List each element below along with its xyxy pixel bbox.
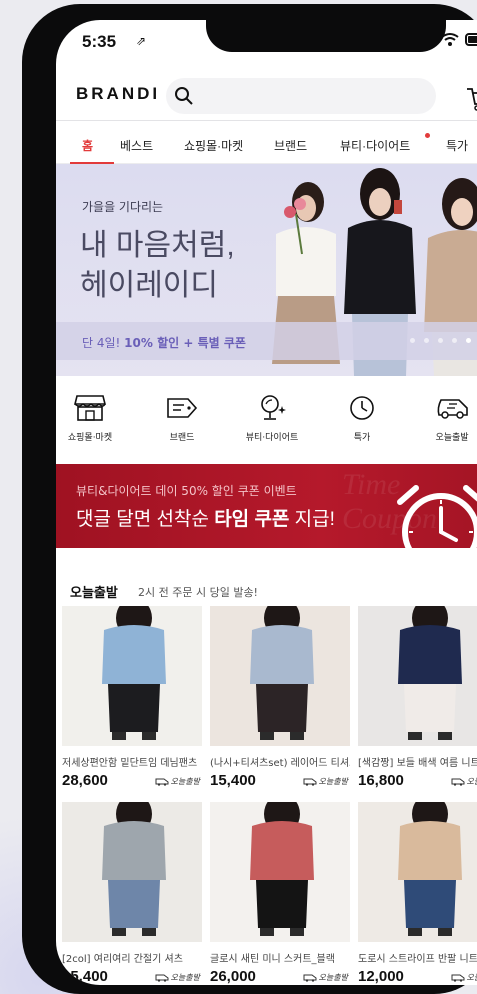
product-card[interactable]: 도로시 스트라이프 반팔 니트 12,000 오늘출발	[358, 802, 477, 985]
cart-icon[interactable]	[465, 86, 477, 112]
section-title: 오늘출발	[70, 586, 118, 601]
today-ship-badge: 오늘출발	[155, 972, 200, 983]
hero-title: 내 마음처럼, 헤이레이디	[80, 229, 235, 302]
mirror-icon	[261, 395, 286, 420]
product-image[interactable]	[62, 802, 202, 942]
shortcut-deals[interactable]: 특가	[322, 394, 402, 443]
product-image[interactable]	[210, 802, 350, 942]
truck-icon	[437, 399, 468, 419]
product-name[interactable]: (나시+티셔츠set) 레이어드 티셔츠	[210, 754, 350, 769]
location-arrow-icon: ⇗	[136, 34, 147, 48]
app-screen: 5:35 ⇗ BRANDI 홈 베스트 쇼핑몰·마켓 브랜드 뷰티·다이어트 특…	[56, 20, 477, 985]
product-card[interactable]: [2col] 여리여리 간절기 셔츠 15,400 오늘출발	[62, 802, 202, 985]
tag-icon	[167, 398, 198, 418]
shortcut-beauty[interactable]: 뷰티·다이어트	[232, 394, 312, 443]
status-time: 5:35	[82, 32, 117, 51]
product-image[interactable]	[210, 606, 350, 746]
shortcut-today[interactable]: 오늘출발	[412, 394, 477, 443]
product-name[interactable]: 저세상편안함 밑단트임 데님팬츠	[62, 754, 202, 769]
tab-special[interactable]: 특가	[446, 137, 468, 154]
product-card[interactable]: [색감짱] 보들 배색 여름 니트 16,800 오늘출발	[358, 606, 477, 789]
tab-brand[interactable]: 브랜드	[274, 137, 307, 154]
hero-subtitle: 가을을 기다리는	[82, 200, 164, 214]
product-price: 12,000	[358, 968, 404, 985]
truck-icon	[451, 974, 465, 982]
shortcut-shops[interactable]: 쇼핑몰·마켓	[56, 394, 130, 443]
product-name[interactable]: [색감짱] 보들 배색 여름 니트	[358, 754, 477, 769]
tab-shops[interactable]: 쇼핑몰·마켓	[184, 137, 243, 154]
product-name[interactable]: [2col] 여리여리 간절기 셔츠	[62, 950, 202, 965]
product-card[interactable]: 저세상편안함 밑단트임 데님팬츠 28,600 오늘출발	[62, 606, 202, 789]
product-image[interactable]	[358, 802, 477, 942]
carousel-dots[interactable]	[410, 338, 471, 343]
truck-icon	[303, 778, 317, 786]
product-price: 15,400	[62, 968, 108, 985]
product-image[interactable]	[358, 606, 477, 746]
battery-icon	[465, 32, 477, 46]
phone-notch	[206, 20, 446, 52]
search-bar[interactable]	[166, 78, 436, 114]
tab-new-badge	[425, 133, 430, 138]
section-note: 2시 전 주문 시 당일 발송!	[138, 586, 258, 599]
truck-icon	[155, 974, 169, 982]
today-ship-badge: 오늘출발	[155, 776, 200, 787]
alarm-clock-icon	[397, 485, 477, 548]
today-ship-badge: 오늘출발	[303, 972, 348, 983]
clock-icon	[350, 396, 374, 420]
shortcut-menu: 쇼핑몰·마켓 브랜드 뷰티·다이어트 특가 오늘출발	[56, 376, 477, 466]
search-icon	[175, 87, 193, 105]
brand-logo[interactable]: BRANDI	[76, 84, 160, 104]
product-card[interactable]: (나시+티셔츠set) 레이어드 티셔츠 15,400 오늘출발	[210, 606, 350, 789]
product-image[interactable]	[62, 606, 202, 746]
today-ship-badge: 오늘출발	[303, 776, 348, 787]
shortcut-brand[interactable]: 브랜드	[142, 394, 222, 443]
today-ship-section-header[interactable]: 오늘출발 2시 전 주문 시 당일 발송!	[56, 548, 477, 610]
product-name[interactable]: 글로시 새틴 미니 스커트_블랙	[210, 950, 350, 965]
truck-icon	[155, 778, 169, 786]
phone-frame: 5:35 ⇗ BRANDI 홈 베스트 쇼핑몰·마켓 브랜드 뷰티·다이어트 특…	[22, 4, 477, 994]
banner-subtitle: 뷰티&다이어트 데이 50% 할인 쿠폰 이벤트	[76, 484, 297, 498]
tab-beauty[interactable]: 뷰티·다이어트	[340, 137, 410, 154]
product-card[interactable]: 글로시 새틴 미니 스커트_블랙 26,000 오늘출발	[210, 802, 350, 985]
today-ship-badge: 오늘출발	[451, 776, 477, 787]
category-tabs: 홈 베스트 쇼핑몰·마켓 브랜드 뷰티·다이어트 특가 가	[56, 120, 477, 165]
app-header: BRANDI	[56, 64, 477, 120]
hero-promo-text: 단 4일! 10% 할인 + 특별 쿠폰	[82, 336, 246, 350]
truck-icon	[303, 974, 317, 982]
product-name[interactable]: 도로시 스트라이프 반팔 니트	[358, 950, 477, 965]
tab-home[interactable]: 홈	[82, 137, 93, 154]
coupon-event-banner[interactable]: Time Coupon 뷰티&다이어트 데이 50% 할인 쿠폰 이벤트 댓글 …	[56, 464, 477, 548]
tab-best[interactable]: 베스트	[120, 137, 153, 154]
truck-icon	[451, 778, 465, 786]
product-price: 26,000	[210, 968, 256, 985]
product-price: 28,600	[62, 772, 108, 789]
hero-banner[interactable]: 가을을 기다리는 내 마음처럼, 헤이레이디 단 4일! 10% 할인 + 특별…	[56, 164, 477, 376]
today-ship-badge: 오늘출발	[451, 972, 477, 983]
product-price: 15,400	[210, 772, 256, 789]
store-icon	[74, 395, 106, 421]
banner-title: 댓글 달면 선착순 타임 쿠폰 지급!	[76, 509, 335, 530]
product-price: 16,800	[358, 772, 404, 789]
